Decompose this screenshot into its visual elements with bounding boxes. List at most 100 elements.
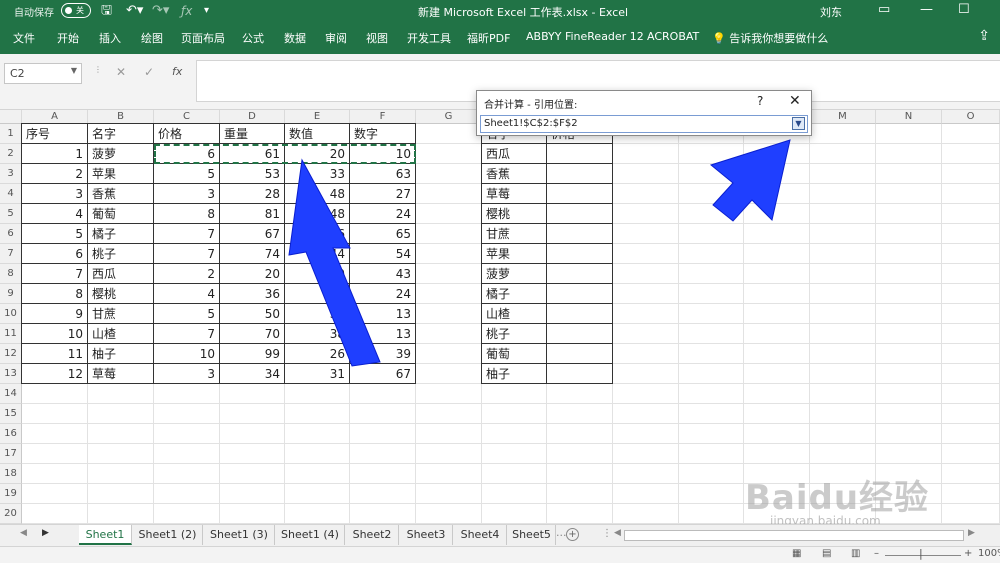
grid-cell[interactable]	[679, 464, 744, 484]
grid-cell[interactable]	[613, 204, 679, 224]
grid-cell[interactable]	[942, 304, 1000, 324]
grid-cell[interactable]	[22, 404, 88, 424]
grid-cell[interactable]	[285, 404, 350, 424]
grid-cell[interactable]	[547, 464, 613, 484]
table-header-cell[interactable]: 序号	[21, 123, 88, 144]
row-header[interactable]: 7	[0, 244, 22, 264]
grid-cell[interactable]	[744, 324, 810, 344]
grid-cell[interactable]	[679, 204, 744, 224]
table-cell[interactable]: 4	[21, 203, 88, 224]
grid-cell[interactable]	[810, 144, 876, 164]
table-cell[interactable]: 67	[219, 223, 285, 244]
grid-cell[interactable]	[810, 124, 876, 144]
tab-view[interactable]: 视图	[366, 30, 388, 46]
column-header[interactable]: F	[350, 110, 416, 124]
grid-cell[interactable]	[744, 244, 810, 264]
row-header[interactable]: 14	[0, 384, 22, 404]
grid-cell[interactable]	[154, 384, 220, 404]
grid-cell[interactable]	[679, 444, 744, 464]
grid-cell[interactable]	[876, 404, 942, 424]
grid-cell[interactable]	[679, 404, 744, 424]
close-button[interactable]: ✕	[789, 93, 801, 109]
grid-cell[interactable]	[220, 404, 285, 424]
grid-cell[interactable]	[88, 504, 154, 524]
table-cell[interactable]: 19	[284, 263, 350, 284]
table-cell[interactable]: 33	[284, 303, 350, 324]
summary-name-cell[interactable]: 菠萝	[481, 263, 547, 284]
grid-cell[interactable]	[942, 124, 1000, 144]
table-cell[interactable]: 36	[219, 283, 285, 304]
table-header-cell[interactable]: 价格	[153, 123, 220, 144]
table-cell[interactable]: 草莓	[87, 363, 154, 384]
grid-cell[interactable]	[285, 384, 350, 404]
grid-cell[interactable]	[744, 164, 810, 184]
grid-cell[interactable]	[744, 344, 810, 364]
zoom-slider[interactable]	[885, 555, 961, 556]
grid-cell[interactable]	[876, 164, 942, 184]
tab-foxit-pdf[interactable]: 福昕PDF	[467, 30, 510, 46]
tell-me-box[interactable]: 💡 告诉我你想要做什么	[712, 30, 828, 46]
row-header[interactable]: 5	[0, 204, 22, 224]
grid-cell[interactable]	[88, 384, 154, 404]
table-cell[interactable]: 54	[349, 243, 416, 264]
grid-cell[interactable]	[613, 444, 679, 464]
page-break-view-icon[interactable]: ▥	[851, 548, 860, 559]
grid-cell[interactable]	[613, 484, 679, 504]
grid-cell[interactable]	[942, 144, 1000, 164]
grid-cell[interactable]	[942, 244, 1000, 264]
table-cell[interactable]: 2	[21, 163, 88, 184]
grid-cell[interactable]	[942, 284, 1000, 304]
insert-function-button[interactable]: fx	[172, 65, 182, 78]
summary-value-cell[interactable]	[546, 163, 613, 184]
save-icon[interactable]: 🖫	[101, 2, 112, 20]
table-cell[interactable]: 48	[284, 203, 350, 224]
grid-cell[interactable]	[416, 184, 482, 204]
grid-cell[interactable]	[482, 424, 547, 444]
row-header[interactable]: 10	[0, 304, 22, 324]
scroll-left-icon[interactable]: ◀	[20, 528, 27, 538]
sheet-bar-grip-icon[interactable]: ⋮	[602, 528, 612, 539]
grid-cell[interactable]	[416, 324, 482, 344]
grid-cell[interactable]	[416, 284, 482, 304]
grid-cell[interactable]	[744, 264, 810, 284]
table-cell[interactable]: 63	[349, 163, 416, 184]
summary-value-cell[interactable]	[546, 183, 613, 204]
worksheet-grid[interactable]: ABCDEFGHIJKLMNO1234567891011121314151617…	[0, 110, 1000, 524]
grid-cell[interactable]	[416, 364, 482, 384]
grid-cell[interactable]	[22, 384, 88, 404]
row-header[interactable]: 4	[0, 184, 22, 204]
normal-view-icon[interactable]: ▦	[792, 548, 801, 559]
grid-cell[interactable]	[942, 184, 1000, 204]
grid-cell[interactable]	[613, 264, 679, 284]
grid-cell[interactable]	[613, 164, 679, 184]
grid-cell[interactable]	[416, 444, 482, 464]
column-header[interactable]: M	[810, 110, 876, 124]
table-cell[interactable]: 65	[349, 223, 416, 244]
column-header[interactable]: A	[22, 110, 88, 124]
table-cell[interactable]: 39	[349, 343, 416, 364]
grid-cell[interactable]	[547, 444, 613, 464]
table-header-cell[interactable]: 数值	[284, 123, 350, 144]
grid-cell[interactable]	[547, 384, 613, 404]
summary-value-cell[interactable]	[546, 263, 613, 284]
grid-cell[interactable]	[482, 504, 547, 524]
grid-cell[interactable]	[810, 324, 876, 344]
grid-cell[interactable]	[350, 404, 416, 424]
grid-cell[interactable]	[613, 224, 679, 244]
grid-cell[interactable]	[744, 144, 810, 164]
grid-cell[interactable]	[942, 504, 1000, 524]
grid-cell[interactable]	[942, 444, 1000, 464]
grid-cell[interactable]	[876, 244, 942, 264]
table-cell[interactable]: 12	[21, 363, 88, 384]
grid-cell[interactable]	[613, 424, 679, 444]
table-cell[interactable]: 5	[21, 223, 88, 244]
table-cell[interactable]: 8	[21, 283, 88, 304]
expand-dialog-icon[interactable]: ▼	[792, 117, 805, 130]
row-header[interactable]: 15	[0, 404, 22, 424]
summary-name-cell[interactable]: 樱桃	[481, 203, 547, 224]
grid-cell[interactable]	[810, 224, 876, 244]
table-cell[interactable]: 3	[21, 183, 88, 204]
table-cell[interactable]: 50	[219, 303, 285, 324]
table-cell[interactable]: 橘子	[87, 223, 154, 244]
grid-cell[interactable]	[942, 324, 1000, 344]
